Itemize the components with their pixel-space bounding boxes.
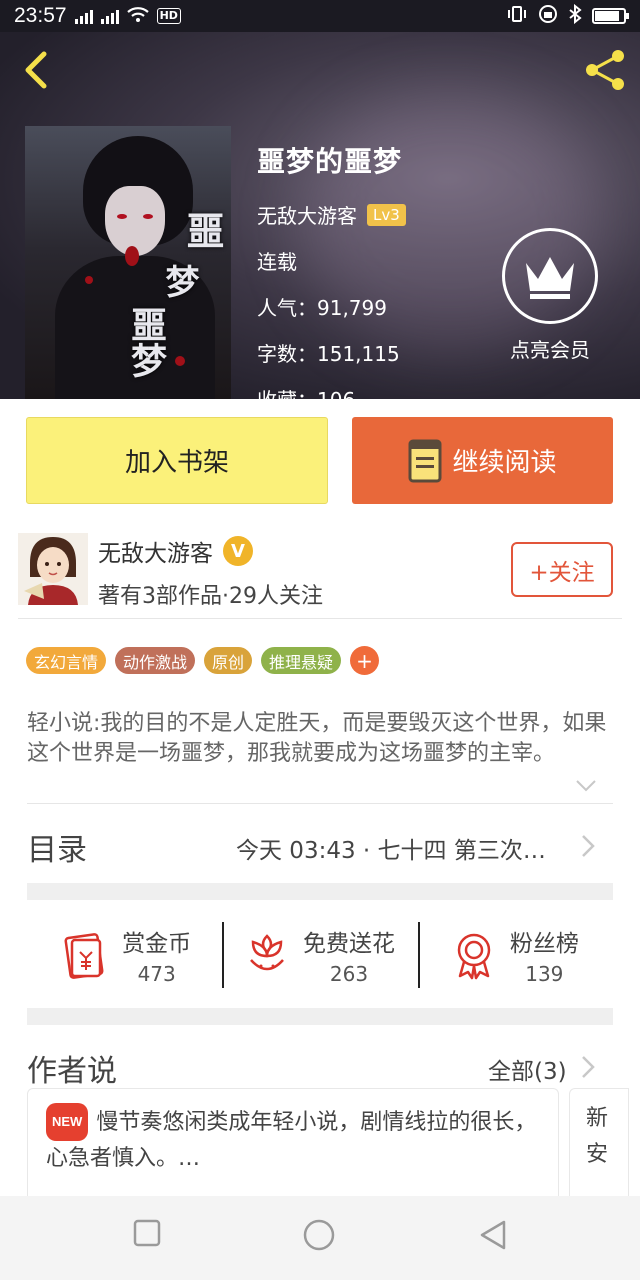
- book-synopsis[interactable]: 轻小说:我的目的不是人定胜天，而是要毁灭这个世界，如果这个世界是一场噩梦，那我就…: [27, 709, 607, 769]
- signal-icon-2: [100, 8, 119, 24]
- stat-value: 263: [329, 962, 369, 986]
- author-post-card[interactable]: NEW 慢节奏悠闲类成年轻小说，剧情线拉的很长，心急者慎入。…: [27, 1088, 559, 1196]
- stat-value: 473: [137, 962, 176, 986]
- author-level-badge: Lv3: [367, 203, 406, 226]
- system-nav-bar: [0, 1196, 640, 1280]
- more-tags-button[interactable]: +: [350, 646, 380, 675]
- author-says-all-link[interactable]: 全部(3): [488, 1052, 567, 1086]
- stats-bar: 赏金币 473 免费送花 263 粉丝榜 139: [27, 912, 613, 998]
- author-post-text: 慢节奏悠闲类成年轻小说，剧情线拉的很长，心急者慎入。…: [46, 1110, 537, 1171]
- book-word-count: 字数：151,115: [257, 342, 400, 366]
- book-header: 噩 梦 噩梦 噩梦的噩梦 无敌大游客 Lv3 连载 人气：91,799 字数：1…: [0, 32, 640, 399]
- toc-latest-chapter[interactable]: 今天 03:43 · 七十四 第三次…: [236, 831, 546, 865]
- hd-badge: HD: [156, 8, 181, 24]
- stat-label: 免费送花: [302, 931, 395, 957]
- signal-icon: [74, 8, 93, 24]
- book-title: 噩梦的噩梦: [257, 145, 403, 178]
- medal-icon: [457, 933, 491, 980]
- author-name[interactable]: 无敌大游客: [98, 534, 213, 568]
- fan-ranking-stat[interactable]: 粉丝榜 139: [417, 912, 613, 998]
- toc-chevron[interactable]: [580, 833, 596, 859]
- recent-apps-button[interactable]: [132, 1218, 162, 1248]
- author-name-row[interactable]: 无敌大游客 V: [98, 534, 253, 568]
- continue-reading-button[interactable]: 继续阅读: [352, 417, 613, 504]
- author-avatar[interactable]: [18, 533, 88, 605]
- chevron-down-icon: [576, 780, 596, 792]
- share-button[interactable]: [582, 46, 630, 94]
- red-envelope-icon: [64, 933, 104, 979]
- new-badge: NEW: [46, 1103, 89, 1141]
- book-popularity: 人气：91,799: [257, 296, 387, 320]
- section-separator: [27, 883, 613, 900]
- tag-item[interactable]: 动作激战: [115, 647, 196, 674]
- author-post-text: 新安: [586, 1106, 609, 1167]
- flower-icon: [250, 934, 284, 971]
- stat-label: 赏金币: [122, 931, 192, 957]
- book-cover[interactable]: 噩 梦 噩梦: [25, 126, 231, 399]
- back-nav-button[interactable]: [478, 1218, 510, 1252]
- expand-synopsis-button[interactable]: [575, 778, 597, 792]
- continue-reading-label: 继续阅读: [452, 448, 557, 478]
- share-icon: [586, 50, 624, 90]
- wifi-icon: [126, 4, 149, 28]
- book-status: 连载: [257, 250, 297, 274]
- tag-item[interactable]: 玄幻言情: [26, 647, 107, 674]
- author-says-chevron[interactable]: [580, 1054, 596, 1080]
- book-icon: [408, 439, 442, 482]
- chevron-right-icon: [582, 1056, 595, 1078]
- divider: [18, 618, 622, 619]
- vibrate-icon: [506, 4, 528, 28]
- vip-label: 点亮会员: [510, 338, 590, 362]
- status-time: 23:57: [14, 4, 67, 27]
- author-meta: 著有3部作品·29人关注: [98, 584, 323, 609]
- divider: [27, 803, 613, 804]
- lock-rotation-icon: [538, 4, 558, 29]
- crown-icon: [502, 228, 598, 324]
- chevron-right-icon: [582, 835, 595, 857]
- send-flower-stat[interactable]: 免费送花 263: [222, 912, 417, 998]
- stat-value: 139: [525, 962, 564, 986]
- tag-item[interactable]: 原创: [204, 647, 253, 674]
- back-button[interactable]: [18, 48, 58, 92]
- add-to-shelf-button[interactable]: 加入书架: [26, 417, 328, 504]
- toc-label[interactable]: 目录: [27, 825, 87, 869]
- cover-title-char-1: 噩: [180, 211, 225, 249]
- status-bar: 23:57 HD: [0, 0, 640, 32]
- verified-icon: V: [223, 536, 253, 566]
- tag-list: 玄幻言情 动作激战 原创 推理悬疑 +: [26, 646, 380, 675]
- follow-button[interactable]: +关注: [511, 542, 613, 597]
- vip-button[interactable]: 点亮会员: [502, 228, 598, 363]
- bluetooth-icon: [568, 3, 582, 29]
- author-post-card[interactable]: 新安: [569, 1088, 629, 1196]
- section-separator: [27, 1008, 613, 1025]
- chevron-left-icon: [25, 51, 47, 89]
- book-info: 噩梦的噩梦 无敌大游客 Lv3 连载 人气：91,799 字数：151,115 …: [257, 140, 406, 399]
- book-author[interactable]: 无敌大游客: [257, 200, 357, 229]
- cover-title-char-2: 梦: [159, 264, 199, 298]
- cover-title-char-3: 噩梦: [125, 306, 167, 378]
- reward-coins-stat[interactable]: 赏金币 473: [27, 912, 222, 998]
- author-says-label: 作者说: [27, 1054, 117, 1089]
- stat-label: 粉丝榜: [509, 931, 579, 957]
- book-favorites: 收藏：106: [257, 384, 406, 399]
- tag-item[interactable]: 推理悬疑: [261, 647, 342, 674]
- home-button[interactable]: [302, 1218, 336, 1252]
- battery-icon: [592, 8, 629, 24]
